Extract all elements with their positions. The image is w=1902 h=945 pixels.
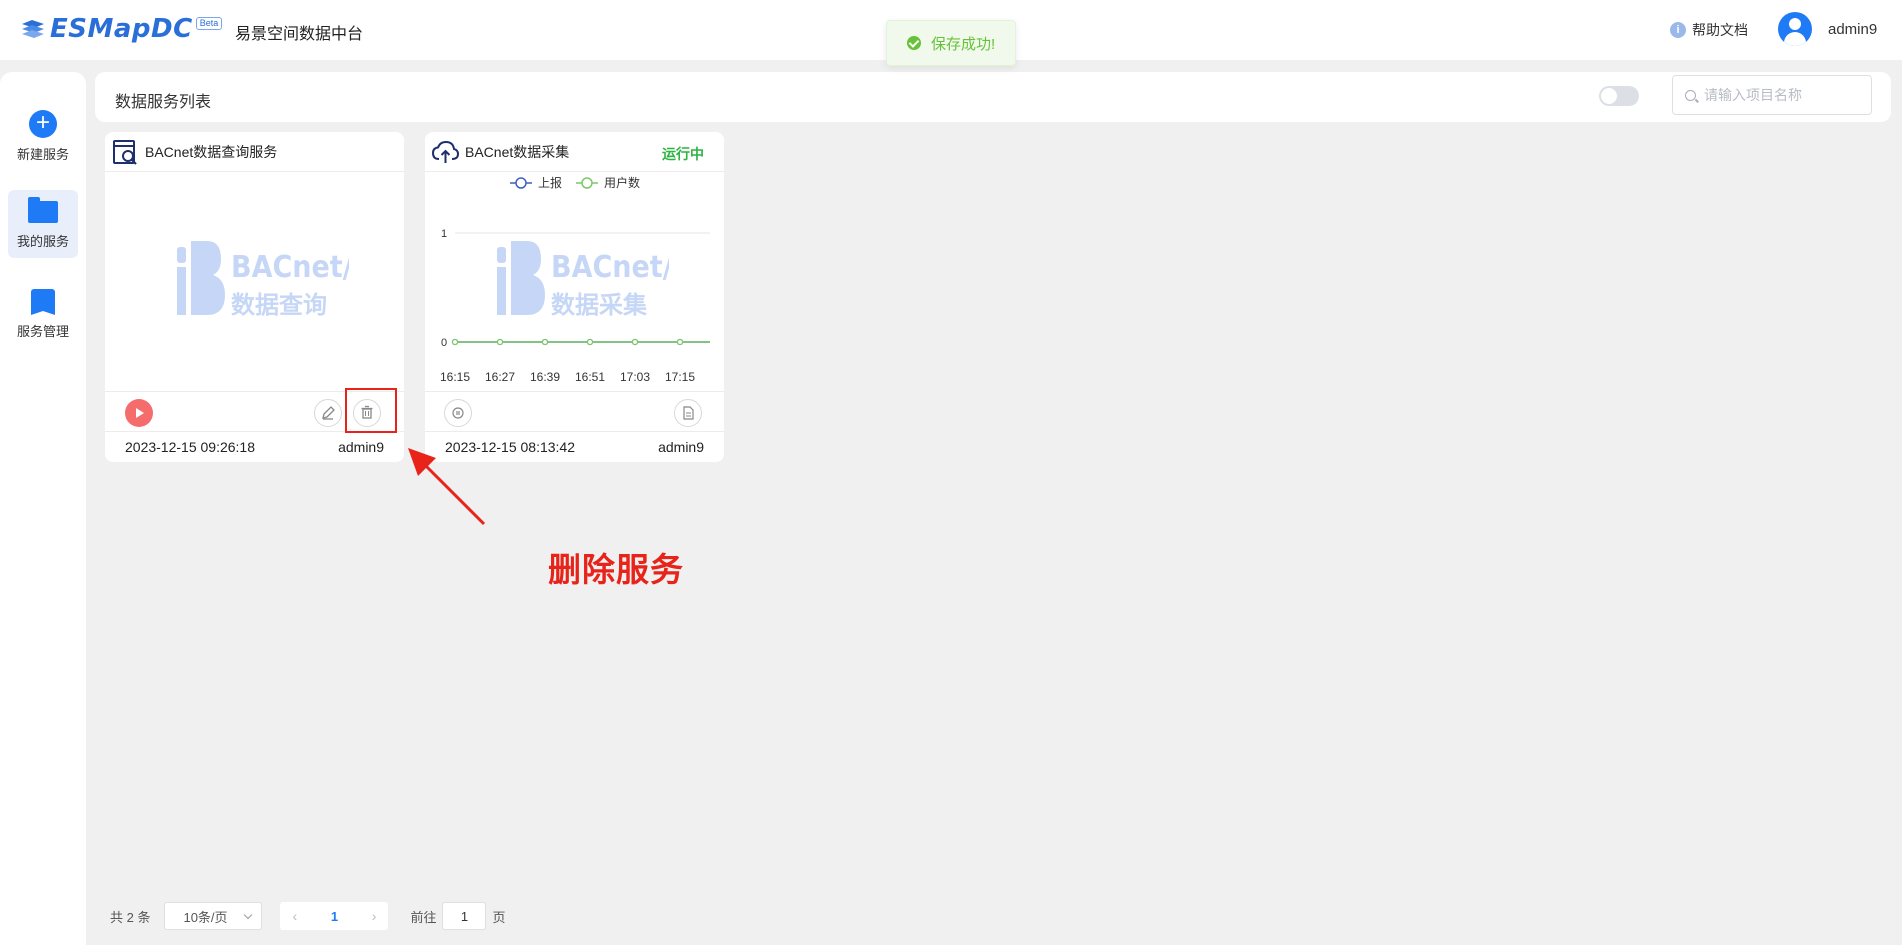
username: admin9 (1828, 20, 1878, 38)
check-circle-icon (907, 36, 921, 50)
legend-label: 上报 (538, 175, 562, 190)
beta-badge: Beta (195, 16, 223, 30)
document-icon (683, 406, 694, 420)
delete-highlight-box (345, 388, 397, 433)
card-preview: BACnet/IP 数据采集 上报用户数0116:1516:2716:3916:… (425, 173, 724, 391)
y-tick-label: 0 (441, 337, 447, 349)
pause-icon (452, 407, 464, 419)
goto-prefix: 前往 (410, 909, 437, 925)
annotation-arrow-icon (408, 448, 486, 526)
goto-suffix: 页 (492, 909, 506, 925)
data-point (541, 338, 549, 346)
page-navigator: ‹ 1 › (280, 902, 389, 930)
plus-circle-icon: + (29, 109, 57, 138)
x-tick-label: 17:03 (620, 370, 650, 384)
next-page-button[interactable]: › (372, 908, 377, 924)
chevron-down-icon (244, 910, 253, 920)
card-owner: admin9 (658, 439, 704, 455)
page-title: 数据服务列表 (115, 94, 212, 111)
card-title: BACnet数据采集 (465, 143, 570, 160)
sidebar-item-new-service[interactable]: + 新建服务 (8, 102, 78, 170)
sidebar-item-service-management[interactable]: 服务管理 (8, 280, 78, 348)
data-point (586, 338, 594, 346)
total-count: 共 2 条 (110, 909, 151, 925)
card-header: BACnet数据采集 运行中 (425, 132, 724, 172)
search-document-icon (113, 139, 137, 165)
info-icon: i (1670, 22, 1686, 38)
search-box[interactable] (1672, 75, 1872, 115)
sidebar-item-label: 新建服务 (16, 146, 69, 162)
card-actions (425, 391, 724, 432)
logo[interactable]: ESMapDC Beta (20, 14, 223, 44)
y-tick-label: 1 (441, 228, 447, 240)
legend-marker (581, 177, 593, 189)
book-icon (31, 288, 55, 315)
annotation-label: 删除服务 (548, 551, 684, 588)
x-tick-label: 16:15 (440, 370, 470, 384)
card-footer: 2023-12-15 09:26:18 admin9 (105, 432, 404, 462)
data-point (676, 338, 684, 346)
view-toggle-switch[interactable] (1599, 86, 1639, 106)
pause-service-button[interactable] (444, 399, 472, 427)
x-tick-label: 16:27 (485, 370, 515, 384)
page-number-current[interactable]: 1 (331, 909, 338, 924)
sidebar-item-my-services[interactable]: 我的服务 (8, 190, 78, 258)
search-icon (1685, 89, 1696, 101)
goto-page-input[interactable] (442, 902, 487, 930)
avatar-icon (1778, 12, 1812, 46)
sidebar-item-label: 服务管理 (16, 323, 69, 339)
x-tick-label: 16:51 (575, 370, 605, 384)
toast-message: 保存成功! (931, 35, 996, 53)
search-input[interactable] (1704, 87, 1864, 103)
log-button[interactable] (674, 399, 702, 427)
card-title: BACnet数据查询服务 (145, 143, 278, 160)
legend-label: 用户数 (604, 175, 640, 190)
service-card-collection[interactable]: BACnet数据采集 运行中 BACnet/IP 数据采集 上报用户数0116:… (425, 132, 724, 462)
card-header: BACnet数据查询服务 (105, 132, 404, 172)
prev-page-button[interactable]: ‹ (292, 908, 297, 924)
card-owner: admin9 (338, 439, 384, 455)
traffic-line-chart: 上报 用户数 0 1 16:15 16:27 16:39 16:51 17:03 17:15 (440, 175, 710, 384)
page-size-select[interactable]: 10条/页 (164, 902, 263, 930)
logo-text: ESMapDC (50, 14, 193, 44)
legend-marker (515, 177, 527, 189)
status-badge: 运行中 (662, 146, 704, 162)
pagination: 共 2 条 10条/页 ‹ 1 › 前往 页 (110, 902, 506, 930)
card-date: 2023-12-15 09:26:18 (125, 439, 255, 455)
x-tick-label: 17:15 (665, 370, 695, 384)
app-name: 易景空间数据中台 (235, 26, 364, 43)
data-point (496, 338, 504, 346)
data-point (631, 338, 639, 346)
data-point (451, 338, 459, 346)
success-toast: 保存成功! (886, 20, 1016, 66)
pencil-icon (322, 406, 335, 420)
user-menu[interactable]: admin9 (1778, 12, 1877, 46)
card-preview: BACnet/IP 数据查询 (105, 173, 404, 391)
start-service-button[interactable] (125, 399, 153, 427)
watermark-subtitle: 数据查询 (231, 291, 327, 319)
help-docs-label: 帮助文档 (1692, 22, 1748, 38)
page-size-value: 10条/页 (183, 909, 228, 925)
watermark-title: BACnet/IP (231, 250, 349, 285)
x-tick-label: 16:39 (530, 370, 560, 384)
list-toolbar: 数据服务列表 (95, 72, 1891, 122)
folder-icon (28, 196, 58, 223)
edit-button[interactable] (314, 399, 342, 427)
logo-icon (20, 18, 46, 40)
bacnet-watermark-icon: BACnet/IP 数据查询 (177, 241, 349, 319)
sidebar: + 新建服务 我的服务 服务管理 (0, 72, 86, 945)
help-docs-link[interactable]: i 帮助文档 (1670, 20, 1748, 40)
sidebar-item-label: 我的服务 (16, 233, 69, 249)
cloud-upload-icon (431, 140, 459, 163)
